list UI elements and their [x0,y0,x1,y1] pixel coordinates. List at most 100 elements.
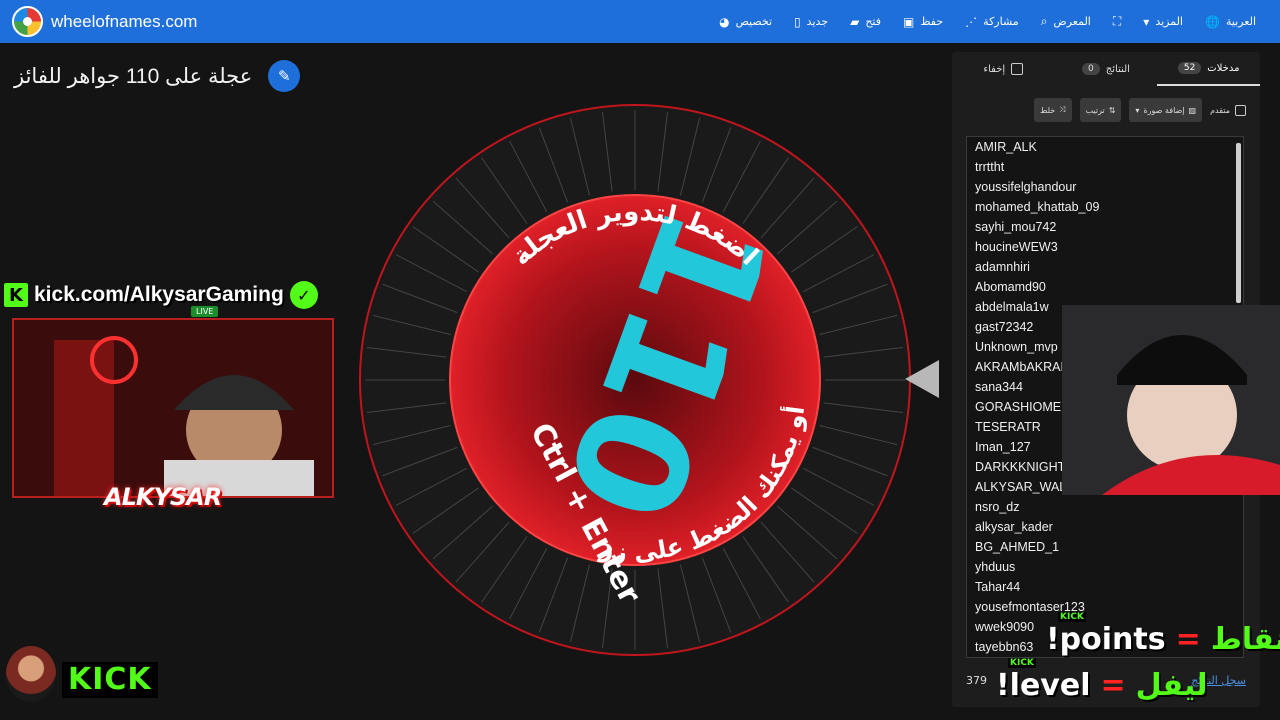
pencil-icon: ✎ [277,67,291,85]
palette-icon: ◕ [719,14,730,29]
entry-item[interactable]: yousefmontaser123 [967,597,1243,617]
nav-language[interactable]: 🌐 العربية [1205,15,1256,29]
image-icon: ▨ [1188,105,1197,115]
nav-label: العربية [1225,15,1256,28]
streamer-name: ALKYSAR [104,483,222,511]
nav-label: تخصيص [735,15,773,28]
nav-gallery[interactable]: ⌕ المعرض [1041,14,1091,29]
streamer-webcam [12,318,334,498]
share-icon: ⋰ [965,14,978,29]
globe-icon: 🌐 [1204,14,1220,29]
equals-sign: = [1175,622,1201,657]
file-icon: ▯ [794,14,801,29]
brand[interactable]: wheelofnames.com [12,6,197,37]
kick-small-label: KICK [1058,612,1086,622]
advanced-label: متقدم [1210,105,1230,115]
shuffle-label: خلط [1039,105,1056,115]
advanced-toggle[interactable]: متقدم [1210,104,1246,116]
shuffle-icon: ⤨ [1059,105,1066,114]
hide-checkbox[interactable] [1011,63,1024,75]
tab-results-label: النتائج [1105,63,1130,75]
nav-label: المزيد [1155,15,1183,28]
level-command-text: !level [996,668,1091,703]
nav-more[interactable]: ▾ المزيد [1143,15,1183,29]
entry-item[interactable]: Tahar44 [967,577,1243,597]
points-command-text: !points [1046,622,1166,657]
kick-channel-banner: K kick.com/AlkysarGaming ✓ [4,281,318,309]
equals-sign: = [1100,668,1126,703]
scrollbar[interactable] [1236,143,1241,303]
tab-entries[interactable]: 52 مدخلات [1157,52,1260,86]
entry-item[interactable]: AMIR_ALK [967,137,1243,157]
hide-label: إخفاء [983,63,1006,75]
tab-entries-label: مدخلات [1207,62,1240,74]
results-count-badge: 0 [1082,63,1100,75]
sort-button[interactable]: ترتيب ⇅ [1079,98,1122,122]
entry-item[interactable]: BG_AHMED_1 [967,537,1243,557]
guest-webcam [1062,305,1280,495]
caret-down-icon: ▾ [1143,14,1150,29]
nav-open[interactable]: ▰ فتح [850,15,881,29]
panel-tabs: 52 مدخلات 0 النتائج إخفاء [952,52,1260,86]
level-command-overlay: ليفل = KICK !level [996,658,1208,703]
add-image-button[interactable]: ▾ إضافة صورة ▨ [1129,98,1203,122]
tab-results[interactable]: 0 النتائج [1055,52,1158,86]
entry-item[interactable]: nsro_dz [967,497,1243,517]
wheel-graphic[interactable]: 110 اضغط لتدوير العجلة أو يمكنك الضغط عل… [355,100,915,660]
add-image-label: إضافة صورة [1143,105,1185,115]
entries-toolbar: متقدم ▾ إضافة صورة ▨ ترتيب ⇅ خلط ⤨ [966,98,1246,122]
nav-new[interactable]: ▯ جديد [794,15,828,29]
kick-brand-logo: KICK [62,662,158,698]
points-command-overlay: نقاط = KICK !points [1046,612,1280,657]
shuffle-button[interactable]: خلط ⤨ [1033,98,1072,122]
edit-title-button[interactable]: ✎ [268,60,301,92]
sort-label: ترتيب [1085,105,1105,115]
total-count: 379 [966,674,987,687]
entry-item[interactable]: trrttht [967,157,1243,177]
points-command: KICK !points [1046,612,1166,657]
fullscreen-icon: ⛶ [1112,14,1122,28]
nav-share[interactable]: ⋰ مشاركة [965,15,1019,29]
nav-label: المعرض [1053,15,1091,28]
entry-item[interactable]: youssifelghandour [967,177,1243,197]
folder-icon: ▰ [850,14,860,29]
entry-item[interactable]: yhduus [967,557,1243,577]
entry-item[interactable]: mohamed_khattab_09 [967,197,1243,217]
site-name: wheelofnames.com [51,11,198,31]
nav-save[interactable]: ▣ حفظ [903,15,943,29]
top-navbar: wheelofnames.com 🌐 العربية ▾ المزيد ⛶ ⌕ الم… [0,0,1280,43]
nav-label: فتح [865,15,882,28]
points-arabic: نقاط [1210,622,1280,657]
entry-item[interactable]: Abomamd90 [967,277,1243,297]
wheel[interactable]: 110 اضغط لتدوير العجلة أو يمكنك الضغط عل… [355,100,915,660]
guest-webcam-image [1062,305,1280,495]
kick-url: kick.com/AlkysarGaming [34,283,284,306]
nav-menu: 🌐 العربية ▾ المزيد ⛶ ⌕ المعرض ⋰ مشاركة ▣ حفظ … [719,0,1256,43]
nav-label: جديد [806,15,829,28]
wheel-pointer-icon [905,360,939,398]
hide-panel-toggle[interactable]: إخفاء [952,52,1055,86]
entry-item[interactable]: alkysar_kader [967,517,1243,537]
caret-down-icon: ▾ [1135,105,1140,115]
kick-small-label: KICK [1008,658,1036,668]
entries-count-badge: 52 [1177,62,1202,74]
save-icon: ▣ [903,14,915,29]
nav-fullscreen[interactable]: ⛶ [1113,14,1121,29]
level-arabic: ليفل [1135,668,1208,703]
kick-logo-icon: K [4,283,28,307]
nav-customize[interactable]: ◕ تخصيص [719,15,772,29]
wheel-title-bar: عجلة على 110 جواهر للفائز ✎ [14,60,301,92]
nav-label: مشاركة [983,15,1019,28]
verified-check-icon: ✓ [289,281,318,309]
search-icon: ⌕ [1040,14,1048,28]
entry-item[interactable]: adamnhiri [967,257,1243,277]
entry-item[interactable]: houcineWEW3 [967,237,1243,257]
sort-icon: ⇅ [1108,105,1116,115]
nav-label: حفظ [920,15,944,28]
advanced-checkbox[interactable] [1235,104,1246,116]
entry-item[interactable]: sayhi_mou742 [967,217,1243,237]
wheel-title: عجلة على 110 جواهر للفائز [14,64,253,88]
level-command: KICK !level [996,658,1091,703]
streamer-avatar [6,646,56,702]
wheel-logo-icon [12,6,43,37]
